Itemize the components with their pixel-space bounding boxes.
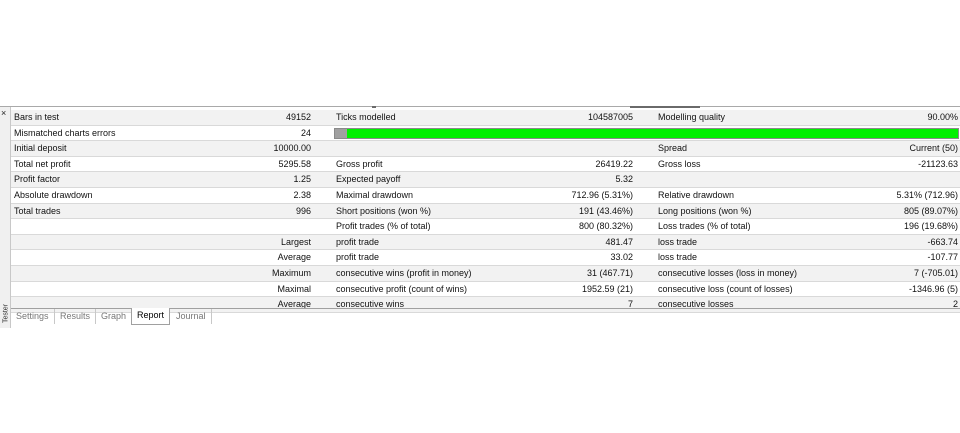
report-cell-c1 — [14, 282, 214, 296]
report-cell-c4: 1952.59 (21) — [581, 283, 633, 294]
table-row: Bars in test 49152 Ticks modelled 104587005… — [11, 110, 960, 126]
table-row: Total net profit 5295.58 Gross profit 26419… — [11, 157, 960, 173]
modelling-quality-bar — [334, 127, 959, 139]
tab-journal[interactable]: Journal — [171, 309, 212, 324]
report-cell-c1 — [14, 219, 214, 233]
report-cell-c6: 196 (19.68%) — [903, 221, 958, 232]
report-cell-c1 — [14, 266, 214, 280]
report-cell-c2 — [211, 219, 311, 233]
tester-panel: × Tester Bars in test 49152 Ticks modelled… — [0, 106, 960, 328]
report-cell-c4: 104587005 — [587, 112, 633, 122]
report-cell-c4: 5.32 — [615, 174, 633, 185]
report-cell-c2: Largest — [280, 236, 311, 247]
tab-settings[interactable]: Settings — [11, 309, 55, 324]
table-row: Average profit trade 33.02 loss trade -107.7… — [11, 250, 960, 266]
tester-tabs: Settings Results Graph Report Journal — [11, 308, 960, 326]
report-cell-c1: Total trades — [14, 205, 61, 216]
report-cell-c2: 996 — [295, 205, 311, 216]
table-row: Profit factor 1.25 Expected payoff 5.32 — [11, 172, 960, 188]
table-row: Initial deposit 10000.00 Spread Current (50… — [11, 141, 960, 157]
report-cell-c2: 24 — [300, 127, 311, 138]
table-row: Largest profit trade 481.47 loss trade -663.… — [11, 234, 960, 251]
report-cell-c4: 712.96 (5.31%) — [571, 189, 633, 200]
tab-graph[interactable]: Graph — [96, 309, 133, 324]
report-cell-c1: Bars in test — [14, 112, 60, 122]
table-row: Maximal consecutive profit (count of wins… — [11, 282, 960, 298]
report-cell-c6: 805 (89.07%) — [903, 205, 958, 216]
report-cell-c1 — [14, 250, 214, 264]
table-row: Profit trades (% of total) 800 (80.32%) Lo… — [11, 219, 960, 235]
report-cell-c2: Maximal — [277, 283, 311, 294]
close-icon[interactable]: × — [1, 109, 6, 118]
report-cell-c1: Absolute drawdown — [14, 189, 93, 200]
scroll-thumb[interactable] — [630, 106, 700, 108]
report-cell-c1: Total net profit — [14, 158, 71, 169]
report-cell-c6: 90.00% — [927, 112, 958, 122]
tab-report[interactable]: Report — [131, 308, 171, 325]
report-cell-c6: Current (50) — [909, 143, 958, 154]
report-cell-c2: Maximum — [271, 267, 311, 278]
report-cell-c4: 191 (43.46%) — [578, 205, 633, 216]
report-cell-c6: -107.77 — [927, 252, 958, 263]
report-cell-c4: 26419.22 — [595, 158, 633, 169]
report-cell-c6 — [806, 172, 958, 186]
panel-top-border — [0, 106, 960, 107]
report-cell-c4: 481.47 — [605, 236, 633, 247]
report-cell-c4 — [531, 141, 633, 155]
report-cell-c2: 49152 — [285, 112, 311, 122]
sidebar-title: Tester — [2, 303, 10, 324]
report-cell-c1: Profit factor — [14, 174, 61, 185]
report-cell-c6: 5.31% (712.96) — [896, 189, 958, 200]
report-cell-c4: 31 (467.71) — [586, 267, 633, 278]
tab-results[interactable]: Results — [55, 309, 97, 324]
report-cell-c2: Average — [277, 252, 311, 263]
report-table: Bars in test 49152 Ticks modelled 104587005… — [11, 110, 960, 313]
table-row: Mismatched charts errors 24 — [11, 126, 960, 142]
report-cell-c6: 7 (-705.01) — [913, 267, 958, 278]
table-row: Absolute drawdown 2.38 Maximal drawdown 712… — [11, 188, 960, 204]
report-cell-c1: Mismatched charts errors — [14, 127, 116, 138]
report-cell-c1 — [14, 235, 214, 249]
report-cell-c4: 800 (80.32%) — [578, 221, 633, 232]
mismatch-segment — [335, 128, 348, 138]
report-cell-c6: -21123.63 — [918, 158, 958, 169]
splitter-mark[interactable] — [372, 106, 376, 108]
report-cell-c2: 1.25 — [293, 174, 311, 185]
report-cell-c1: Initial deposit — [14, 143, 67, 154]
report-cell-c2: 10000.00 — [273, 143, 311, 154]
table-row: Maximum consecutive wins (profit in money… — [11, 265, 960, 282]
report-cell-c6: -663.74 — [927, 236, 958, 247]
table-row: Total trades 996 Short positions (won %) 19… — [11, 203, 960, 220]
report-cell-c6: -1346.96 (5) — [908, 283, 958, 294]
tester-sidebar: × Tester — [0, 107, 11, 328]
report-cell-c2: 2.38 — [293, 189, 311, 200]
report-cell-c4: 33.02 — [610, 252, 633, 263]
report-cell-c2: 5295.58 — [278, 158, 311, 169]
